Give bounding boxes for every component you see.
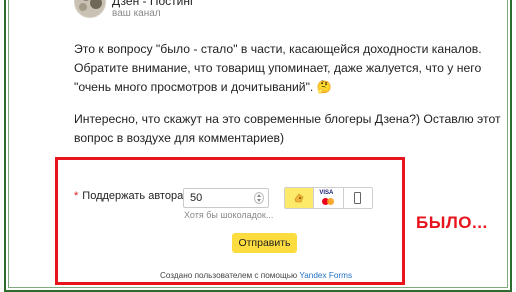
support-author-label-text: Поддержать автора: [82, 190, 187, 202]
payment-option-yandex-money[interactable] [285, 188, 315, 208]
submit-button[interactable]: Отправить [232, 233, 297, 253]
was-annotation: БЫЛО... [416, 213, 488, 232]
post-text-line: Обратите внимание, что товарищ упоминает… [74, 61, 482, 75]
required-mark: * [74, 190, 79, 202]
amount-input[interactable]: 50 [183, 188, 269, 208]
post-text-line: "очень много просмотров и дочитываний". … [74, 80, 332, 94]
payment-option-card[interactable]: VISA [314, 188, 344, 208]
yandex-money-icon [294, 193, 304, 203]
donation-form-highlight [55, 157, 405, 285]
yandex-forms-link[interactable]: Yandex Forms [299, 271, 352, 280]
post-text-line: Интересно, что скажут на это современные… [74, 112, 501, 126]
amount-value: 50 [190, 192, 203, 204]
phone-icon [353, 192, 361, 204]
amount-stepper-icon[interactable] [254, 192, 264, 204]
payment-option-mobile[interactable] [344, 188, 372, 208]
footer-text: Создано пользователем с помощью [159, 271, 300, 280]
amount-hint: Хотя бы шоколадок... [184, 210, 274, 220]
support-author-label: * Поддержать автора: [74, 190, 186, 202]
form-footer: Создано пользователем с помощью Yandex F… [0, 271, 516, 280]
channel-subtitle: ваш канал [112, 8, 161, 19]
payment-method-selector: VISA [284, 187, 373, 209]
post-text-line: Это к вопросу "было - стало" в части, ка… [74, 42, 482, 56]
visa-label: VISA [319, 190, 334, 196]
post-text-line: вопрос в воздухе для комментариев) [74, 131, 285, 145]
channel-name[interactable]: Дзен - Постинг [112, 0, 194, 8]
